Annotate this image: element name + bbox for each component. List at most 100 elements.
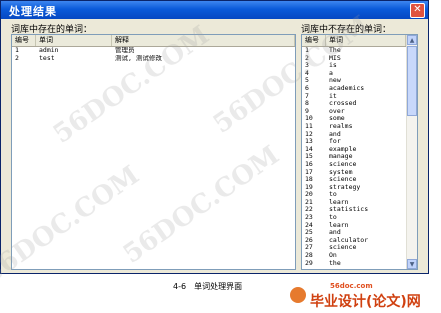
cell-word: for [329,138,341,146]
existing-words-header: 编号 单词 解释 [12,35,295,47]
close-icon: ✕ [413,4,422,15]
missing-words-rows: 1 The 2 MIS 3 is 4 a 5 new 6 academics 7 it 8 crossed 9 o… [302,47,417,267]
table-row[interactable]: 22 statistics [302,206,417,214]
scroll-up-icon[interactable]: ▲ [407,35,417,45]
cell-number: 17 [305,168,313,176]
cell-number: 5 [305,77,309,85]
cell-word: strategy [329,183,361,191]
column-header-word[interactable]: 单词 [36,35,112,46]
cell-word: statistics [329,206,369,214]
table-row[interactable]: 3 is [302,62,417,70]
table-row[interactable]: 1 The [302,47,417,55]
table-row[interactable]: 16 science [302,161,417,169]
table-row[interactable]: 1 admin 管理员 [12,47,295,55]
cell-word: science [329,160,357,168]
column-header-number[interactable]: 编号 [12,35,36,46]
cell-word: learn [329,198,349,206]
existing-words-rows: 1 admin 管理员 2 test 测试, 测试修改 [12,47,295,62]
table-row[interactable]: 19 strategy [302,184,417,192]
cell-number: 26 [305,236,313,244]
table-row[interactable]: 9 over [302,108,417,116]
cell-word: is [329,62,337,70]
table-row[interactable]: 17 system [302,169,417,177]
table-row[interactable]: 15 manage [302,153,417,161]
table-row[interactable]: 12 and [302,131,417,139]
table-row[interactable]: 18 science [302,176,417,184]
table-row[interactable]: 21 learn [302,199,417,207]
cell-number: 1 [15,47,19,54]
table-row[interactable]: 25 and [302,229,417,237]
cell-word: a [329,69,333,77]
watermark-site-name: 毕业设计(论文)网 [310,294,421,310]
cell-word: system [329,168,353,176]
table-row[interactable]: 24 learn [302,222,417,230]
table-row[interactable]: 10 some [302,115,417,123]
cell-number: 29 [305,259,313,267]
cell-word: the [329,259,341,267]
cell-word: it [329,92,337,100]
table-row[interactable]: 6 academics [302,85,417,93]
cell-word: science [329,244,357,252]
figure-caption: 4-6 单词处理界面 [173,282,243,291]
column-header-word[interactable]: 单词 [326,35,406,46]
cell-number: 11 [305,122,313,130]
cell-word: example [329,145,357,153]
cell-number: 9 [305,107,309,115]
table-row[interactable]: 2 MIS [302,55,417,63]
cell-word: and [329,229,341,237]
cell-word: manage [329,153,353,161]
close-button[interactable]: ✕ [410,3,425,18]
cell-meaning: 测试, 测试修改 [115,54,162,62]
title-bar[interactable]: 处理结果 ✕ [1,1,428,19]
result-dialog: 处理结果 ✕ 词库中存在的单词： 编号 单词 解释 1 admin 管理员 2 test… [0,0,429,274]
cell-number: 4 [305,69,309,77]
cell-word: some [329,115,345,123]
watermark-url: 56doc.com [330,282,373,290]
table-row[interactable]: 4a [302,70,417,78]
existing-words-list[interactable]: 编号 单词 解释 1 admin 管理员 2 test 测试, 测试修改 [11,34,296,270]
table-row[interactable]: 11 realms [302,123,417,131]
table-row[interactable]: 2 test 测试, 测试修改 [12,55,295,63]
scroll-thumb[interactable] [407,46,417,116]
missing-words-list[interactable]: 编号 单词 1 The 2 MIS 3 is 4 a 5 new 6 academics 7 it 8 cro… [301,34,418,270]
cell-number: 19 [305,183,313,191]
cell-word: The [329,47,341,54]
scroll-down-icon[interactable]: ▼ [407,259,417,269]
table-row[interactable]: 23 to [302,214,417,222]
cell-number: 12 [305,130,313,138]
table-row[interactable]: 26 calculator [302,237,417,245]
cell-number: 22 [305,206,313,214]
cell-number: 15 [305,153,313,161]
table-row[interactable]: 27 science [302,244,417,252]
column-header-meaning[interactable]: 解释 [112,35,295,46]
cell-number: 2 [305,54,309,62]
cell-word: crossed [329,100,357,108]
cell-number: 13 [305,138,313,146]
cell-number: 27 [305,244,313,252]
table-row[interactable]: 5 new [302,77,417,85]
missing-words-header: 编号 单词 [302,35,407,47]
table-row[interactable]: 14 example [302,146,417,154]
cell-number: 25 [305,229,313,237]
table-row[interactable]: 28 On [302,252,417,260]
cell-number: 28 [305,252,313,260]
cell-word: science [329,176,357,184]
cell-word: new [329,77,341,85]
site-logo-icon [290,287,306,303]
cell-meaning: 管理员 [115,47,135,54]
table-row[interactable]: 7 it [302,93,417,101]
cell-number: 18 [305,176,313,184]
cell-word: MIS [329,54,341,62]
table-row[interactable]: 29 the [302,260,417,268]
vertical-scrollbar[interactable]: ▲ ▼ [406,35,417,269]
cell-word: to [329,214,337,222]
table-row[interactable]: 8 crossed [302,100,417,108]
cell-number: 24 [305,221,313,229]
column-header-number[interactable]: 编号 [302,35,326,46]
cell-number: 3 [305,62,309,70]
cell-word: calculator [329,236,369,244]
table-row[interactable]: 20 to [302,191,417,199]
cell-number: 21 [305,198,313,206]
cell-number: 10 [305,115,313,123]
table-row[interactable]: 13 for [302,138,417,146]
